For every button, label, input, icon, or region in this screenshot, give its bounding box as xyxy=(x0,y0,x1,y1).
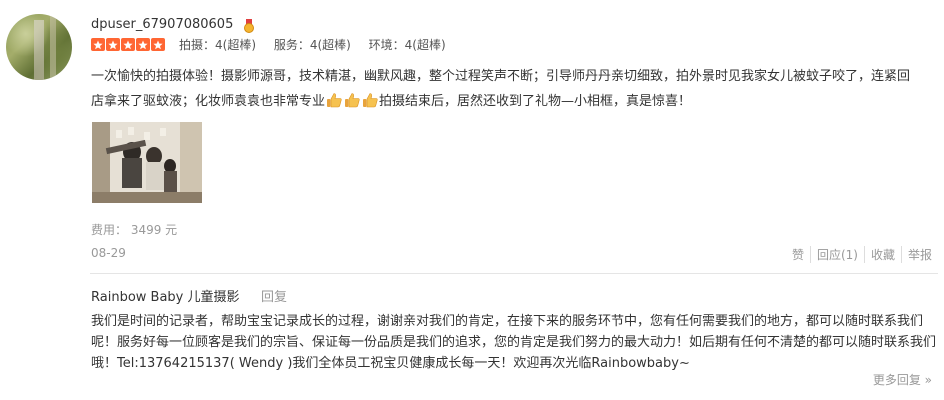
family-photo-image xyxy=(92,122,202,203)
star-icon xyxy=(106,38,120,51)
thumbs-up-icon xyxy=(345,93,360,108)
user-avatar[interactable] xyxy=(6,14,72,80)
star-icon xyxy=(91,38,105,51)
star-icon xyxy=(121,38,135,51)
rating-stars xyxy=(91,38,165,51)
review-date: 08-29 xyxy=(91,246,126,260)
review-text: 一次愉快的拍摄体验！摄影师源哥，技术精湛，幽默风趣，整个过程笑声不断；引导师丹丹… xyxy=(91,64,921,114)
review-actions: 赞 回应(1) 收藏 举报 xyxy=(786,246,932,263)
like-button[interactable]: 赞 xyxy=(786,246,811,263)
reply-text: 我们是时间的记录者，帮助宝宝记录成长的过程，谢谢亲对我们的肯定，在接下来的服务环… xyxy=(91,314,937,371)
score-photography: 拍摄：4(超棒) xyxy=(179,38,256,52)
respond-button[interactable]: 回应(1) xyxy=(811,246,865,263)
review-cost: 费用： 3499 元 xyxy=(91,223,178,237)
more-replies-link[interactable]: 更多回复 » xyxy=(873,371,932,388)
score-environment: 环境：4(超棒) xyxy=(368,38,446,52)
sub-scores: 拍摄：4(超棒) 服务：4(超棒) 环境：4(超棒) xyxy=(179,36,460,53)
score-service: 服务：4(超棒) xyxy=(273,38,351,52)
reply-button[interactable]: 回复 xyxy=(261,286,287,305)
reviewer-username[interactable]: dpuser_67907080605 xyxy=(91,17,233,32)
report-button[interactable]: 举报 xyxy=(902,246,932,263)
review-text-part2: 拍摄结束后，居然还收到了礼物—小相框，真是惊喜！ xyxy=(379,94,692,109)
star-icon xyxy=(151,38,165,51)
thumbs-up-icon xyxy=(327,93,342,108)
favorite-button[interactable]: 收藏 xyxy=(865,246,902,263)
member-medal-icon xyxy=(244,19,254,33)
merchant-reply: Rainbow Baby 儿童摄影 回复 我们是时间的记录者，帮助宝宝记录成长的… xyxy=(90,273,938,374)
star-icon xyxy=(136,38,150,51)
review-photo[interactable] xyxy=(92,122,202,203)
thumbs-up-icon xyxy=(363,93,378,108)
shop-name[interactable]: Rainbow Baby 儿童摄影 xyxy=(91,286,240,305)
